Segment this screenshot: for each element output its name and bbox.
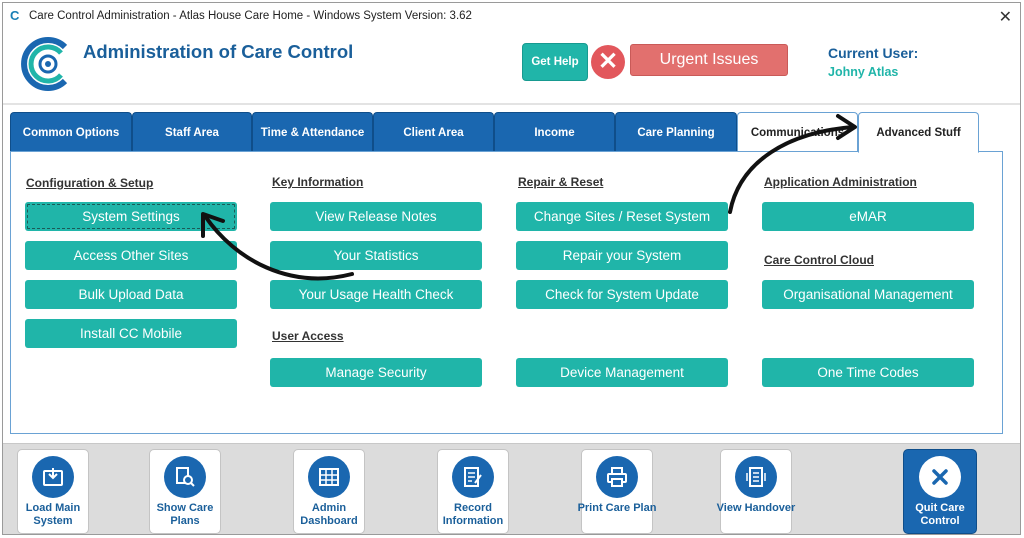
bulk-upload-data-button[interactable]: Bulk Upload Data: [25, 280, 237, 309]
device-management-button[interactable]: Device Management: [516, 358, 728, 387]
close-icon: ✕: [597, 48, 619, 75]
app-c-icon: C: [10, 8, 20, 23]
dashboard-grid-icon: [308, 456, 350, 498]
header-divider: [3, 103, 1020, 105]
tab-care-planning[interactable]: Care Planning: [615, 112, 737, 152]
current-user-name: Johny Atlas: [828, 65, 899, 79]
section-repair-reset: Repair & Reset: [518, 175, 604, 189]
section-application-administration: Application Administration: [764, 175, 917, 189]
print-care-plan-button[interactable]: Print Care Plan: [578, 449, 656, 534]
tab-bar: Common Options Staff Area Time & Attenda…: [10, 112, 1003, 153]
section-key-information: Key Information: [272, 175, 364, 189]
section-configuration-setup: Configuration & Setup: [26, 176, 154, 190]
view-handover-button[interactable]: View Handover: [717, 449, 795, 534]
title-bar: C Care Control Administration - Atlas Ho…: [3, 3, 1020, 31]
printer-icon: [596, 456, 638, 498]
page-title: Administration of Care Control: [83, 41, 354, 62]
quit-care-control-label: Quit Care Control: [915, 502, 965, 527]
repair-system-button[interactable]: Repair your System: [516, 241, 728, 270]
handover-list-icon: [735, 456, 777, 498]
window-close-icon[interactable]: ✕: [999, 7, 1012, 27]
tab-common-options[interactable]: Common Options: [10, 112, 132, 152]
admin-dashboard-button[interactable]: Admin Dashboard: [293, 449, 365, 534]
advanced-stuff-panel: Configuration & Setup System Settings Ac…: [10, 151, 1003, 434]
admin-dashboard-label: Admin Dashboard: [300, 502, 358, 527]
check-system-update-button[interactable]: Check for System Update: [516, 280, 728, 309]
access-other-sites-button[interactable]: Access Other Sites: [25, 241, 237, 270]
edit-document-icon: [452, 456, 494, 498]
system-settings-button[interactable]: System Settings: [25, 202, 237, 231]
tab-advanced-stuff[interactable]: Advanced Stuff: [858, 112, 979, 153]
get-help-button[interactable]: Get Help: [522, 43, 588, 81]
view-handover-label: View Handover: [716, 502, 796, 514]
care-control-logo-icon: [21, 37, 68, 91]
tab-communications[interactable]: Communications: [737, 112, 858, 152]
tab-income[interactable]: Income: [494, 112, 615, 152]
tab-time-attendance[interactable]: Time & Attendance: [252, 112, 373, 152]
show-care-plans-label: Show Care Plans: [156, 502, 214, 527]
organisational-management-button[interactable]: Organisational Management: [762, 280, 974, 309]
section-care-control-cloud: Care Control Cloud: [764, 253, 874, 267]
urgent-issues-button[interactable]: Urgent Issues: [630, 44, 788, 76]
tab-staff-area[interactable]: Staff Area: [132, 112, 252, 152]
show-care-plans-button[interactable]: Show Care Plans: [149, 449, 221, 534]
record-information-label: Record Information: [442, 502, 504, 527]
usage-health-check-button[interactable]: Your Usage Health Check: [270, 280, 482, 309]
record-information-button[interactable]: Record Information: [437, 449, 509, 534]
window-title: Care Control Administration - Atlas Hous…: [29, 10, 472, 22]
section-user-access: User Access: [272, 329, 344, 343]
close-circle-icon: [919, 456, 961, 498]
change-sites-reset-button[interactable]: Change Sites / Reset System: [516, 202, 728, 231]
current-user-label: Current User:: [828, 45, 919, 61]
quit-care-control-button[interactable]: Quit Care Control: [903, 449, 977, 534]
close-circle-button[interactable]: ✕: [591, 45, 625, 79]
print-care-plan-label: Print Care Plan: [577, 502, 657, 514]
app-window: C Care Control Administration - Atlas Ho…: [2, 2, 1021, 535]
install-cc-mobile-button[interactable]: Install CC Mobile: [25, 319, 237, 348]
your-statistics-button[interactable]: Your Statistics: [270, 241, 482, 270]
manage-security-button[interactable]: Manage Security: [270, 358, 482, 387]
load-main-system-button[interactable]: Load Main System: [17, 449, 89, 534]
emar-button[interactable]: eMAR: [762, 202, 974, 231]
one-time-codes-button[interactable]: One Time Codes: [762, 358, 974, 387]
load-main-system-label: Load Main System: [25, 502, 81, 527]
view-release-notes-button[interactable]: View Release Notes: [270, 202, 482, 231]
download-box-icon: [32, 456, 74, 498]
documents-search-icon: [164, 456, 206, 498]
tab-client-area[interactable]: Client Area: [373, 112, 494, 152]
